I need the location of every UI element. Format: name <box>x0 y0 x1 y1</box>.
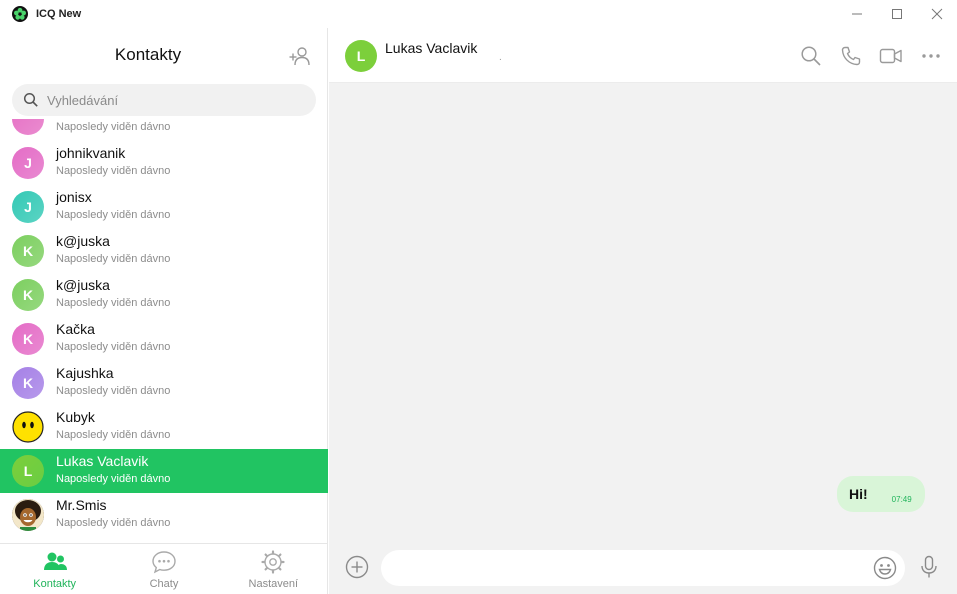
video-camera-icon <box>879 48 902 64</box>
contact-avatar: K <box>12 279 44 311</box>
contact-avatar: J <box>12 191 44 223</box>
contacts-header: Kontakty <box>0 28 328 84</box>
tab-contacts[interactable]: Kontakty <box>0 544 109 594</box>
contact-row[interactable]: Jjonisx Naposledy viděn dávno <box>0 185 328 229</box>
chat-search-button[interactable] <box>799 44 823 68</box>
contact-last-seen: Naposledy viděn dávno <box>56 385 171 397</box>
contact-row[interactable]: Naposledy viděn dávno <box>0 119 328 141</box>
close-icon <box>931 8 943 20</box>
contact-avatar: L <box>12 455 44 487</box>
chat-avatar[interactable]: L <box>345 40 377 72</box>
maximize-icon <box>892 9 902 19</box>
message-input-field[interactable] <box>381 550 905 586</box>
smiley-face-icon <box>12 411 44 443</box>
minimize-icon <box>852 13 862 15</box>
window-controls <box>837 0 957 28</box>
message-input[interactable] <box>397 558 857 578</box>
contact-row[interactable]: Mr.Smis Naposledy viděn dávno <box>0 493 328 537</box>
contact-row[interactable]: Kubyk Naposledy viděn dávno <box>0 405 328 449</box>
contact-last-seen: Naposledy viděn dávno <box>56 517 171 529</box>
chats-icon <box>152 551 176 574</box>
icq-window: ICQ New Kontakty Vyhledávání Naposledy v… <box>0 0 957 594</box>
search-icon <box>801 46 821 66</box>
contact-row[interactable]: Kk@juska Naposledy viděn dávno <box>0 273 328 317</box>
contact-avatar: K <box>12 235 44 267</box>
contact-last-seen: Naposledy viděn dávno <box>56 341 171 353</box>
contacts-icon <box>43 552 67 570</box>
contact-avatar <box>12 119 44 135</box>
attach-plus-icon[interactable] <box>345 555 369 579</box>
contact-name: Kačka <box>56 321 95 337</box>
contact-row[interactable]: Kk@juska Naposledy viděn dávno <box>0 229 328 273</box>
chat-header-actions <box>799 44 943 68</box>
contact-last-seen: Naposledy viděn dávno <box>56 297 171 309</box>
tab-label-chats: Chaty <box>149 578 179 590</box>
chat-contact-status: . <box>499 52 502 63</box>
outgoing-message-bubble[interactable]: Hi! 07:49 <box>837 476 925 512</box>
message-text: Hi! <box>849 486 868 502</box>
voice-call-button[interactable] <box>839 44 863 68</box>
contact-last-seen: Naposledy viděn dávno <box>56 473 171 485</box>
contact-avatar <box>12 411 44 443</box>
search-icon <box>23 92 38 107</box>
message-area[interactable]: Hi! 07:49 <box>329 83 957 541</box>
close-button[interactable] <box>917 0 957 28</box>
contact-last-seen: Naposledy viděn dávno <box>56 253 171 265</box>
icq-logo-icon <box>12 6 28 22</box>
contact-row[interactable]: K Kajushka Naposledy viděn dávno <box>0 361 328 405</box>
chat-contact-name[interactable]: Lukas Vaclavik <box>385 40 477 56</box>
cartoon-face-avatar-icon <box>12 499 44 531</box>
tab-label-contacts: Kontakty <box>33 578 77 590</box>
message-time: 07:49 <box>891 494 912 504</box>
add-contact-icon[interactable] <box>288 44 312 68</box>
settings-gear-icon <box>261 550 285 574</box>
contacts-title: Kontakty <box>114 45 182 64</box>
contact-last-seen: Naposledy viděn dávno <box>56 121 171 133</box>
contact-name: k@juska <box>56 277 110 293</box>
emoji-smile-icon[interactable] <box>873 556 897 580</box>
contact-last-seen: Naposledy viděn dávno <box>56 429 171 441</box>
phone-icon <box>841 46 861 66</box>
contact-row[interactable]: Jjohnikvanik Naposledy viděn dávno <box>0 141 328 185</box>
tab-label-settings: Nastavení <box>248 578 299 590</box>
contact-name: k@juska <box>56 233 110 249</box>
contact-row[interactable]: L Lukas Vaclavik Naposledy viděn dávno <box>0 449 328 493</box>
contact-avatar <box>12 499 44 531</box>
contact-avatar: K <box>12 323 44 355</box>
microphone-icon[interactable] <box>917 555 941 579</box>
more-horizontal-icon <box>922 54 940 58</box>
contact-name: jonisx <box>56 189 92 205</box>
bottom-tab-bar: Kontakty Chaty Nastavení <box>0 543 328 594</box>
contact-avatar: J <box>12 147 44 179</box>
contact-name: Kajushka <box>56 365 114 381</box>
contact-row[interactable]: K Kačka Naposledy viděn dávno <box>0 317 328 361</box>
search-input[interactable] <box>47 92 297 108</box>
contact-name: Lukas Vaclavik <box>56 453 149 469</box>
chat-pane: L Lukas Vaclavik . Hi! 07:49 <box>329 28 957 594</box>
contact-list[interactable]: Naposledy viděn dávno Jjohnikvanik Naposle… <box>0 119 328 543</box>
search-box[interactable] <box>12 84 316 116</box>
contact-last-seen: Naposledy viděn dávno <box>56 209 171 221</box>
title-bar: ICQ New <box>0 0 957 28</box>
contacts-pane: Kontakty Naposledy viděn dávnoJjohnikvan… <box>0 28 328 594</box>
contact-name: Kubyk <box>56 409 95 425</box>
minimize-button[interactable] <box>837 0 877 28</box>
contact-name: johnikvanik <box>56 145 126 161</box>
app-title: ICQ New <box>36 8 82 20</box>
tab-settings[interactable]: Nastavení <box>219 544 328 594</box>
tab-chats[interactable]: Chaty <box>109 544 218 594</box>
chat-header: L Lukas Vaclavik . <box>329 28 957 83</box>
contact-name: Mr.Smis <box>56 497 107 513</box>
message-composer <box>329 541 957 594</box>
contact-last-seen: Naposledy viděn dávno <box>56 165 171 177</box>
video-call-button[interactable] <box>879 44 903 68</box>
contact-avatar: K <box>12 367 44 399</box>
more-options-button[interactable] <box>919 44 943 68</box>
maximize-button[interactable] <box>877 0 917 28</box>
